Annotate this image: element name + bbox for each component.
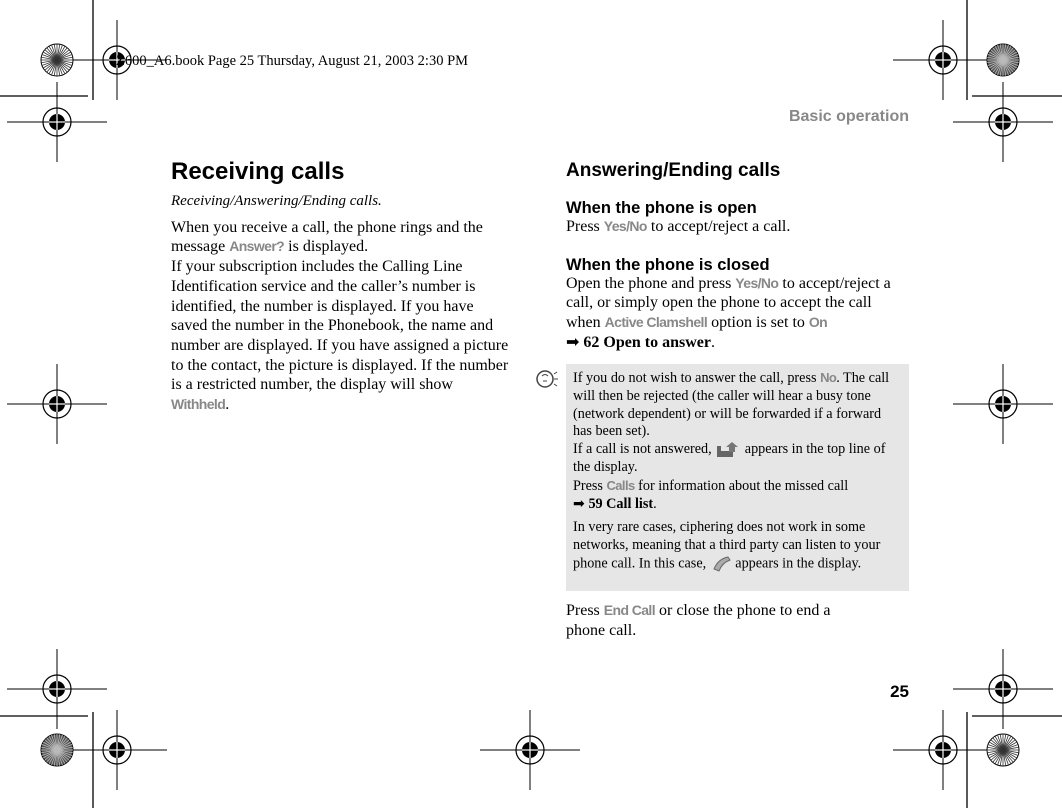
crosshair-target-mark (893, 710, 993, 790)
crosshair-target-mark (67, 710, 167, 790)
subheading: When the phone is open (566, 199, 757, 217)
missed-call-icon (717, 441, 739, 457)
subtitle: Receiving/Answering/Ending calls. (171, 193, 382, 209)
left-column: Receiving calls Receiving/Answering/Endi… (171, 158, 511, 415)
subheading: When the phone is closed (566, 255, 770, 274)
print-stamp: Z600_A6.book Page 25 Thursday, August 21… (116, 53, 469, 69)
crosshair-target-mark (7, 364, 107, 444)
tip-note-box: If you do not wish to answer the call, p… (566, 364, 909, 591)
starburst-mark (40, 733, 74, 767)
softkey-label: Withheld (171, 396, 226, 413)
paragraph: Press End Call or close the phone to end… (566, 602, 831, 639)
cross-reference: 59 Call list (588, 495, 654, 512)
paragraph: Press Yes/No to accept/reject a call. (566, 218, 791, 235)
crosshair-target-mark (953, 364, 1053, 444)
starburst-mark (986, 733, 1020, 767)
section-title: Answering/Ending calls (566, 160, 781, 181)
section-header: Basic operation (788, 108, 909, 125)
paragraph: When you receive a call, the phone rings… (171, 218, 483, 256)
page-number: 25 (890, 682, 909, 701)
starburst-mark (986, 43, 1020, 77)
crosshair-target-mark (953, 649, 1053, 729)
ciphering-off-phone-icon (713, 556, 731, 572)
crosshair-target-mark (480, 710, 580, 790)
paragraph: Open the phone and press Yes/No to accep… (566, 274, 891, 351)
arrow-right-icon: ➡ (566, 333, 580, 351)
crosshair-target-mark (953, 82, 1053, 162)
starburst-mark (40, 43, 74, 77)
page-title: Receiving calls (171, 158, 345, 185)
tip-lightbulb-icon (536, 370, 558, 388)
cross-reference: 62 Open to answer (583, 333, 711, 351)
arrow-right-icon: ➡ (573, 495, 585, 512)
softkey-label: Answer? (229, 238, 285, 255)
right-column: Answering/Ending calls When the phone is… (566, 160, 909, 353)
paragraph: If your subscription includes the Callin… (171, 258, 509, 414)
crosshair-target-mark (893, 20, 993, 100)
